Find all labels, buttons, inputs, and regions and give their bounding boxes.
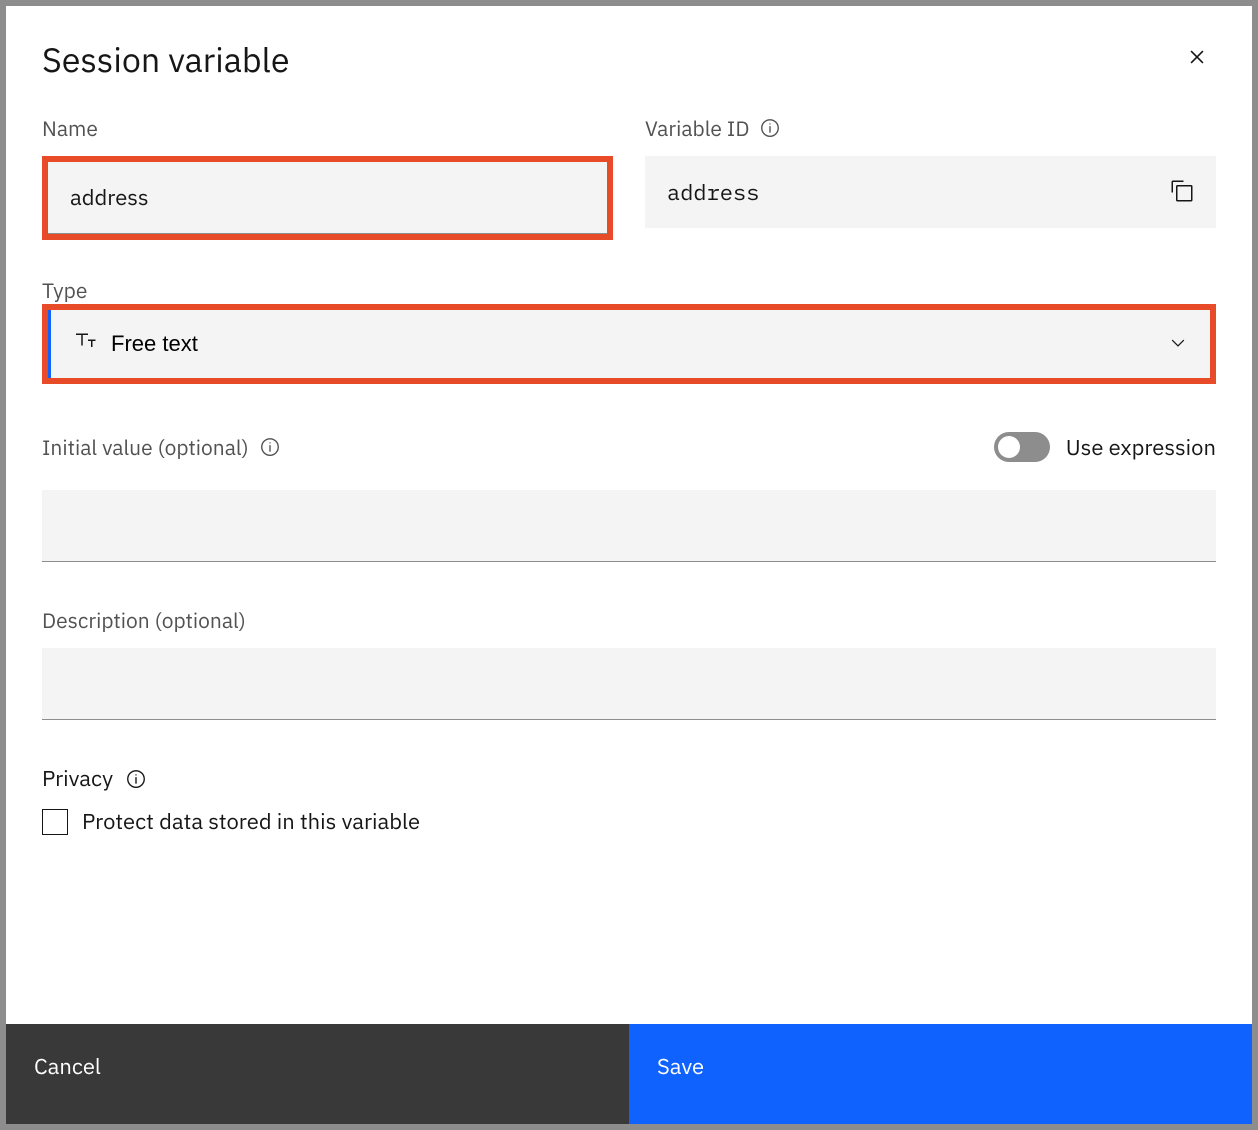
type-dropdown[interactable]: Free text — [48, 310, 1210, 378]
variable-id-display: address — [645, 156, 1216, 228]
description-label: Description (optional) — [42, 606, 1216, 634]
info-icon[interactable] — [259, 436, 281, 458]
privacy-checkbox[interactable] — [42, 809, 68, 835]
use-expression-label: Use expression — [1066, 433, 1216, 462]
name-highlight — [42, 156, 613, 240]
name-field: Name — [42, 114, 613, 240]
modal-title: Session variable — [42, 38, 290, 82]
use-expression-toggle-wrap: Use expression — [994, 432, 1216, 462]
initial-value-label-text: Initial value (optional) — [42, 433, 249, 461]
privacy-label: Privacy — [42, 764, 1216, 793]
session-variable-modal: Session variable Name Variable ID — [6, 6, 1252, 1124]
type-highlight: Free text — [42, 304, 1216, 384]
use-expression-toggle[interactable] — [994, 432, 1050, 462]
text-type-icon — [73, 329, 97, 359]
variable-id-label-text: Variable ID — [645, 114, 749, 142]
initial-value-header: Initial value (optional) Use expression — [42, 432, 1216, 462]
info-icon[interactable] — [759, 117, 781, 139]
privacy-field: Privacy Protect data stored in this vari… — [42, 764, 1216, 836]
modal-header: Session variable — [42, 38, 1216, 82]
variable-id-label: Variable ID — [645, 114, 1216, 142]
initial-value-input[interactable] — [42, 490, 1216, 562]
variable-id-value: address — [667, 178, 759, 207]
privacy-checkbox-row: Protect data stored in this variable — [42, 807, 1216, 836]
name-label: Name — [42, 114, 613, 142]
info-icon[interactable] — [125, 768, 147, 790]
initial-value-field: Initial value (optional) Use expression — [42, 432, 1216, 562]
type-value: Free text — [111, 331, 198, 357]
description-field: Description (optional) — [42, 606, 1216, 720]
initial-value-label: Initial value (optional) — [42, 433, 281, 461]
privacy-label-text: Privacy — [42, 764, 113, 793]
name-id-row: Name Variable ID address — [42, 114, 1216, 240]
copy-icon — [1170, 179, 1194, 206]
description-input[interactable] — [42, 648, 1216, 720]
type-label: Type — [42, 276, 87, 304]
variable-id-field: Variable ID address — [645, 114, 1216, 240]
close-icon — [1184, 44, 1210, 73]
toggle-knob — [998, 436, 1020, 458]
type-dropdown-content: Free text — [73, 329, 198, 359]
type-field: Type Free text — [42, 276, 1216, 384]
save-button[interactable]: Save — [629, 1024, 1252, 1124]
privacy-checkbox-label: Protect data stored in this variable — [82, 807, 420, 836]
chevron-down-icon — [1168, 333, 1188, 356]
modal-footer: Cancel Save — [6, 1024, 1252, 1124]
name-input[interactable] — [48, 162, 607, 234]
close-button[interactable] — [1178, 38, 1216, 79]
modal-body: Session variable Name Variable ID — [6, 6, 1252, 1024]
copy-button[interactable] — [1170, 179, 1194, 206]
cancel-button[interactable]: Cancel — [6, 1024, 629, 1124]
